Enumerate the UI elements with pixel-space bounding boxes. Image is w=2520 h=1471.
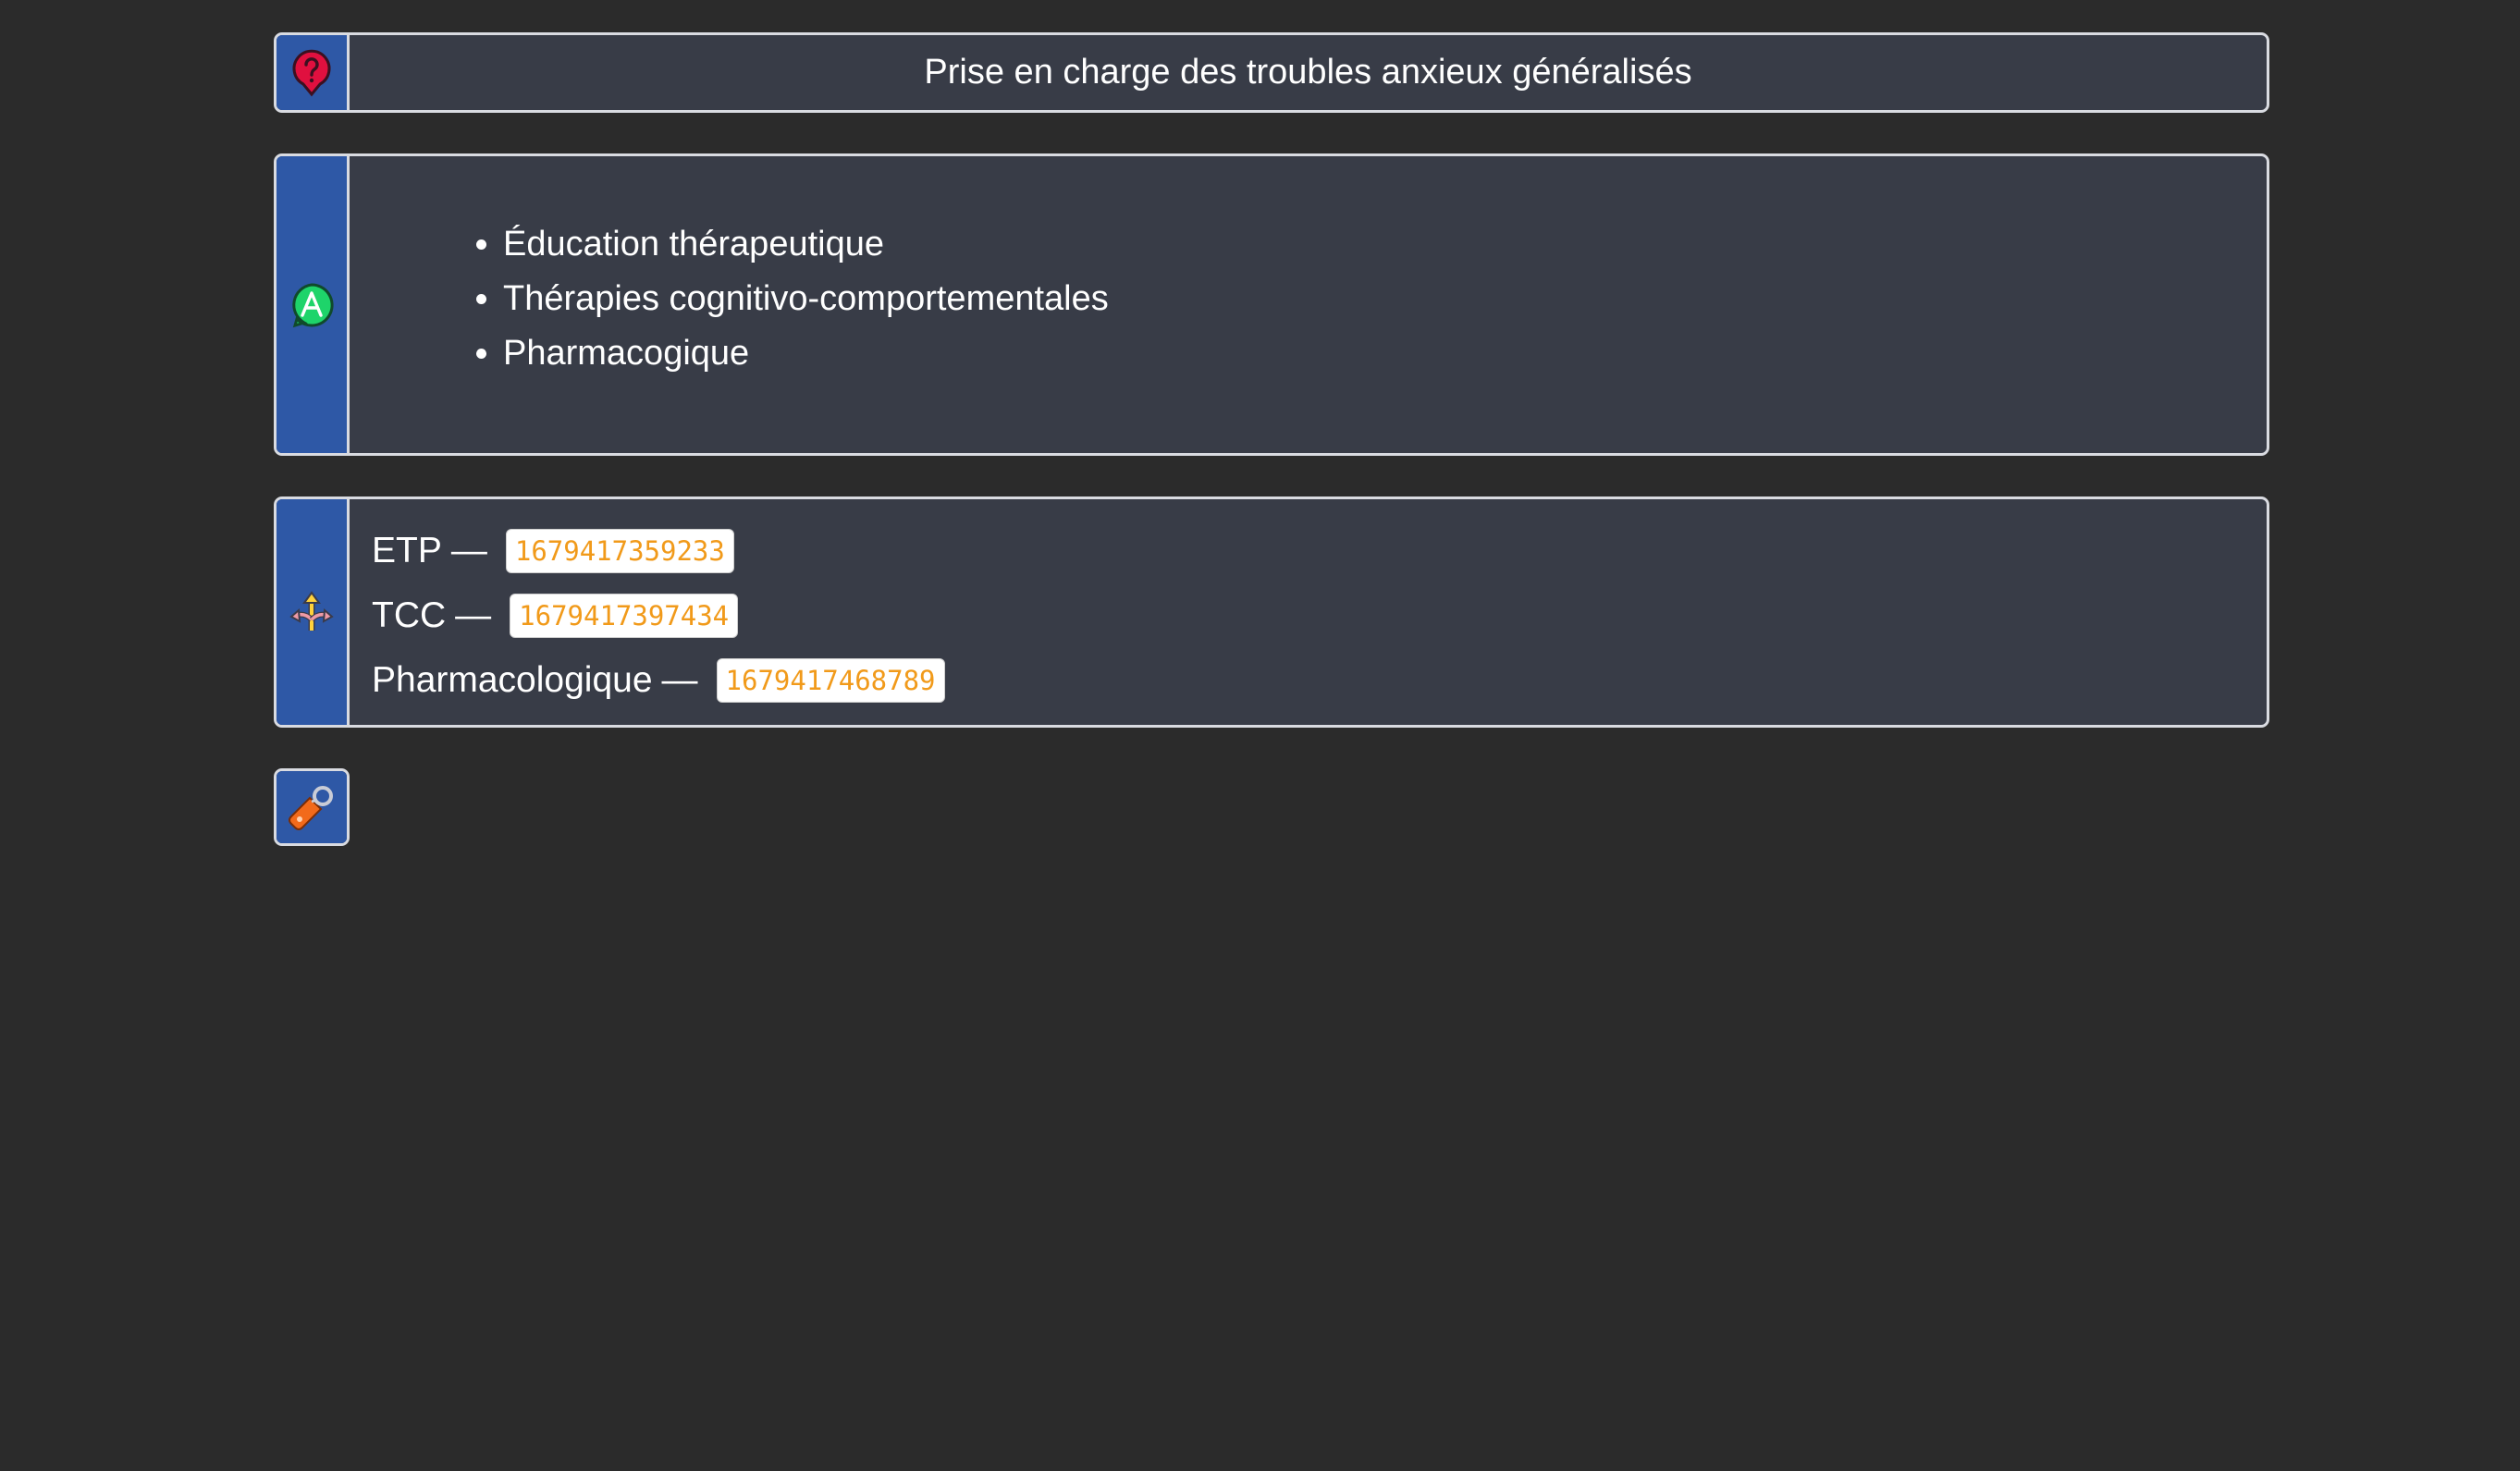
tags-card[interactable] [274,768,350,846]
branch-arrows-icon [288,588,336,636]
link-id-badge[interactable]: 1679417468789 [716,658,945,703]
answer-a-icon [288,281,336,329]
link-separator: — [455,595,492,635]
answer-card: Éducation thérapeutique Thérapies cognit… [274,153,2269,456]
link-row: TCC — 1679417397434 [372,583,945,648]
link-label: TCC [372,595,447,635]
answer-sidebar [277,156,350,453]
answer-content: Éducation thérapeutique Thérapies cognit… [350,156,2267,453]
question-sidebar [277,35,350,110]
page: Prise en charge des troubles anxieux gén… [0,0,2520,1471]
answer-item: Éducation thérapeutique [503,217,1109,272]
link-label: ETP [372,531,442,570]
tag-icon [286,781,338,833]
question-title: Prise en charge des troubles anxieux gén… [924,53,1692,92]
links-list: ETP — 1679417359233 TCC — 1679417397434 … [372,519,945,713]
question-card: Prise en charge des troubles anxieux gén… [274,32,2269,113]
link-separator: — [661,660,698,700]
question-pin-icon [290,49,333,97]
link-label: Pharmacologique [372,660,653,700]
link-id-badge[interactable]: 1679417359233 [505,529,734,573]
tags-sidebar[interactable] [277,771,347,843]
question-content: Prise en charge des troubles anxieux gén… [350,35,2267,110]
links-card: ETP — 1679417359233 TCC — 1679417397434 … [274,496,2269,728]
answer-item: Thérapies cognitivo-comportementales [503,272,1109,326]
links-sidebar [277,499,350,725]
link-id-badge[interactable]: 1679417397434 [510,594,739,638]
link-separator: — [450,531,487,570]
link-row: ETP — 1679417359233 [372,519,945,583]
answer-list: Éducation thérapeutique Thérapies cognit… [470,217,1109,381]
links-content: ETP — 1679417359233 TCC — 1679417397434 … [350,499,2267,725]
link-row: Pharmacologique — 1679417468789 [372,648,945,713]
answer-item: Pharmacogique [503,326,1109,381]
